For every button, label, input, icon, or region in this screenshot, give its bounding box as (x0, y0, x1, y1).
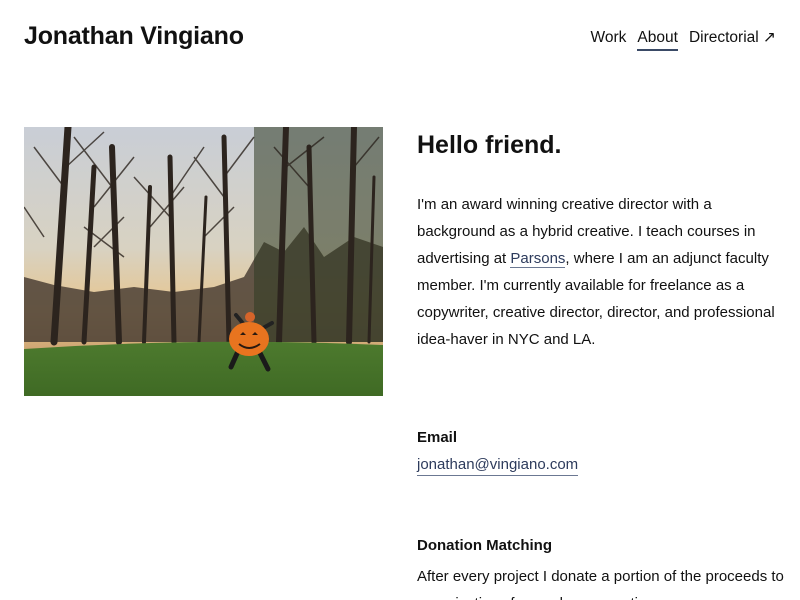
bio-paragraph: I'm an award winning creative director w… (417, 191, 787, 353)
donation-section: Donation Matching After every project I … (417, 536, 787, 600)
main-nav: Work About Directorial ↗ (591, 28, 776, 51)
about-page: Jonathan Vingiano Work About Directorial… (0, 0, 800, 600)
nav-work-link[interactable]: Work (591, 28, 627, 48)
parsons-link[interactable]: Parsons (510, 250, 566, 268)
donation-heading: Donation Matching (417, 537, 552, 554)
nav-about-link[interactable]: About (637, 28, 678, 51)
donation-text: After every project I donate a portion o… (417, 568, 784, 600)
email-section: Email jonathan@vingiano.com (417, 428, 579, 476)
site-title[interactable]: Jonathan Vingiano (24, 22, 244, 51)
nav-directorial-link[interactable]: Directorial ↗ (689, 28, 776, 48)
email-link[interactable]: jonathan@vingiano.com (417, 455, 579, 476)
email-heading: Email (417, 429, 458, 446)
about-content: Hello friend. I'm an award winning creat… (417, 128, 787, 353)
profile-photo (24, 127, 383, 396)
page-heading: Hello friend. (417, 131, 562, 159)
